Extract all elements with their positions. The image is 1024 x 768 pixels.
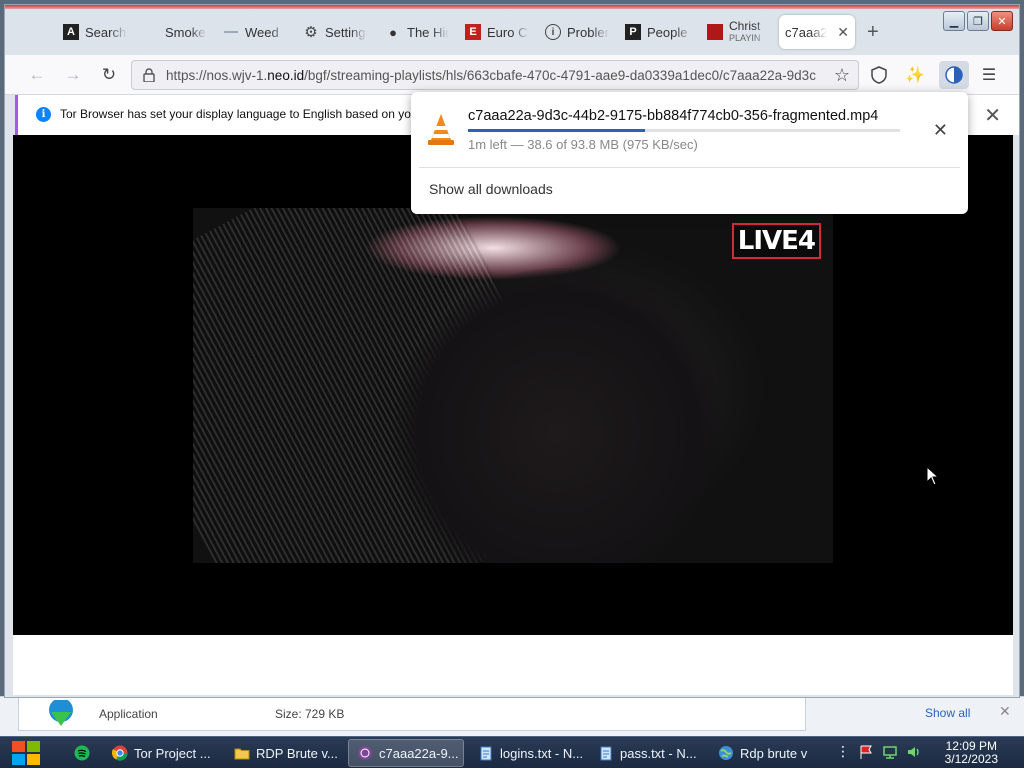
- network-icon[interactable]: [882, 744, 898, 760]
- video-frame: LIVE4: [193, 208, 833, 563]
- notepad-icon: [480, 746, 492, 761]
- spotify-icon: [74, 745, 90, 761]
- flag-icon: E: [465, 24, 481, 40]
- volume-icon[interactable]: [906, 744, 922, 760]
- panel-divider: [419, 167, 960, 168]
- shield-icon[interactable]: [867, 64, 891, 86]
- info-icon: i: [36, 107, 51, 122]
- gear-icon: ⚙: [304, 24, 318, 41]
- close-tab-icon[interactable]: ✕: [837, 24, 849, 41]
- file-type: Application: [99, 707, 158, 721]
- installer-icon: [49, 700, 73, 726]
- notification-close-icon[interactable]: ✕: [984, 103, 1001, 128]
- tab-the-hidden[interactable]: ● The Hidden: [379, 15, 455, 49]
- cancel-download-icon[interactable]: ✕: [933, 120, 948, 141]
- tab-problem[interactable]: i Problem: [539, 15, 615, 49]
- blank-icon: [143, 24, 159, 40]
- downloads-panel: c7aaa22a-9d3c-44b2-9175-bb884f774cb0-356…: [411, 92, 968, 214]
- taskbar-item-rdp-brute-folder[interactable]: RDP Brute v...: [226, 739, 338, 767]
- bomb-icon: ●: [389, 24, 397, 40]
- red-icon: [707, 24, 723, 40]
- menu-icon[interactable]: ☰: [977, 64, 1001, 86]
- dash-icon: [223, 24, 239, 40]
- mouse-cursor-icon: [926, 466, 940, 486]
- background-file-row[interactable]: Application Size: 729 KB: [18, 697, 806, 731]
- magic-wand-icon[interactable]: ✨: [903, 64, 927, 86]
- start-button[interactable]: [8, 739, 44, 767]
- download-progress-bar: [468, 129, 900, 132]
- background-show-all-link[interactable]: Show all: [925, 706, 970, 720]
- forward-button[interactable]: →: [61, 64, 85, 86]
- download-progress-fill: [468, 129, 646, 132]
- close-window-button[interactable]: ✕: [991, 11, 1013, 31]
- taskbar-item-pass-notepad[interactable]: pass.txt - N...: [590, 739, 704, 767]
- tab-bar: A Search Smoke Weed ⚙ Settings ● The Hid…: [5, 5, 1019, 55]
- bookmark-star-icon[interactable]: ☆: [834, 65, 850, 86]
- notepad-icon: [600, 746, 612, 761]
- channel-badge: LIVE4: [731, 223, 821, 259]
- a-icon: A: [63, 24, 79, 40]
- tab-search[interactable]: A Search: [57, 15, 133, 49]
- taskbar-item-logins-notepad[interactable]: logins.txt - N...: [470, 739, 584, 767]
- download-status: 1m left — 38.6 of 93.8 MB (975 KB/sec): [468, 137, 698, 152]
- back-button[interactable]: ←: [25, 64, 49, 86]
- taskbar-item-rdp-brute[interactable]: Rdp brute v: [710, 739, 822, 767]
- taskbar-pinned-app[interactable]: [66, 739, 98, 767]
- tab-active-download[interactable]: c7aaa2 ✕: [779, 15, 855, 49]
- p-icon: P: [625, 24, 641, 40]
- lock-icon: [143, 68, 155, 82]
- vlc-cone-icon: [428, 114, 454, 145]
- system-tray: ⋮: [836, 743, 922, 760]
- reload-button[interactable]: ↻: [97, 64, 121, 86]
- action-center-flag-icon[interactable]: [858, 744, 874, 760]
- chrome-icon: [112, 745, 128, 761]
- taskbar: Tor Project ... RDP Brute v... c7aaa22a-…: [0, 736, 1024, 768]
- globe-icon: [719, 746, 733, 760]
- navigation-bar: ← → ↻ https://nos.wjv-1.neo.id/bgf/strea…: [5, 55, 1019, 95]
- tab-people[interactable]: P People: [619, 15, 699, 49]
- new-tab-button[interactable]: +: [867, 21, 879, 44]
- tray-overflow-icon[interactable]: ⋮: [836, 743, 850, 760]
- file-size: Size: 729 KB: [275, 707, 345, 721]
- maximize-button[interactable]: ❐: [967, 11, 989, 31]
- download-filename[interactable]: c7aaa22a-9d3c-44b2-9175-bb884f774cb0-356…: [468, 108, 878, 124]
- tab-settings[interactable]: ⚙ Settings: [297, 15, 373, 49]
- minimize-button[interactable]: ▁: [943, 11, 965, 31]
- tab-euro[interactable]: E Euro C: [459, 15, 535, 49]
- notification-message: Tor Browser has set your display languag…: [60, 107, 420, 121]
- background-close-icon[interactable]: ✕: [999, 703, 1011, 720]
- taskbar-item-tor-browser[interactable]: c7aaa22a-9...: [348, 739, 464, 767]
- info-icon: i: [545, 24, 561, 40]
- tor-icon: [358, 746, 372, 760]
- window-controls: ▁ ❐ ✕: [943, 11, 1013, 31]
- tab-christ[interactable]: Christ PLAYIN: [701, 15, 777, 49]
- system-clock[interactable]: 12:09 PM 3/12/2023: [945, 740, 998, 766]
- titlebar-accent: [5, 5, 1019, 9]
- folder-icon: [234, 748, 250, 760]
- taskbar-item-tor-project[interactable]: Tor Project ...: [104, 739, 216, 767]
- tab-smoke[interactable]: Smoke: [137, 15, 213, 49]
- page-blank-area: [13, 635, 1013, 695]
- tab-weed[interactable]: Weed: [217, 15, 293, 49]
- show-all-downloads-link[interactable]: Show all downloads: [429, 181, 553, 197]
- url-text: https://nos.wjv-1.neo.id/bgf/streaming-p…: [166, 68, 816, 83]
- address-bar[interactable]: https://nos.wjv-1.neo.id/bgf/streaming-p…: [131, 60, 859, 90]
- tor-onion-icon[interactable]: [939, 61, 969, 89]
